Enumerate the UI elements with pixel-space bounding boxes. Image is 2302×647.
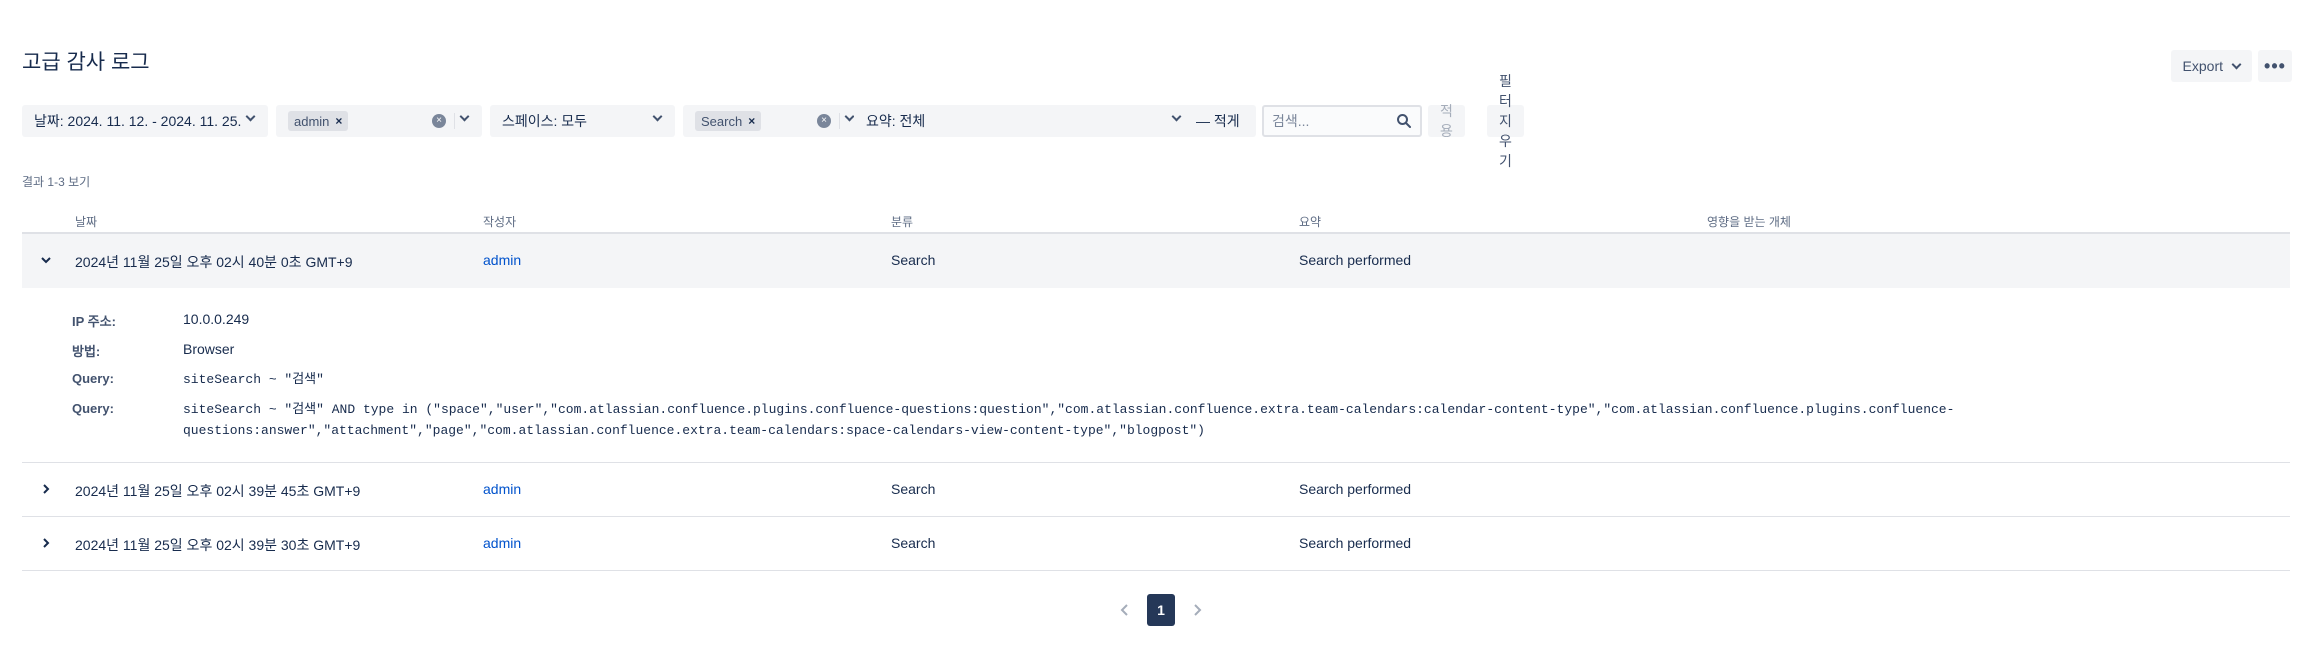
chevron-down-icon bbox=[1171, 111, 1182, 122]
clear-filters-button[interactable]: 필터 지우기 bbox=[1487, 73, 1524, 169]
category-filter[interactable]: Search × × bbox=[683, 105, 867, 137]
export-label: Export bbox=[2182, 58, 2223, 74]
results-count: 결과 1-3 보기 bbox=[22, 175, 91, 189]
ip-label: IP 주소: bbox=[72, 314, 116, 329]
query-value: siteSearch ~ "검색" bbox=[183, 372, 324, 387]
ip-value: 10.0.0.249 bbox=[183, 311, 250, 327]
category-chip[interactable]: Search × bbox=[695, 111, 762, 131]
method-label: 방법: bbox=[72, 344, 101, 359]
divider bbox=[454, 113, 455, 129]
query-label: Query: bbox=[72, 371, 114, 386]
column-header-affected[interactable]: 영향을 받는 개체 bbox=[1707, 213, 1791, 230]
row-date: 2024년 11월 25일 오후 02시 40분 0초 GMT+9 bbox=[75, 254, 353, 270]
chevron-right-icon[interactable] bbox=[1189, 602, 1205, 618]
search-field[interactable] bbox=[1262, 105, 1422, 137]
export-button[interactable]: Export bbox=[2170, 50, 2252, 82]
table-header: 날짜 작성자 분류 요약 영향을 받는 개체 bbox=[22, 209, 2290, 234]
method-value: Browser bbox=[183, 341, 235, 357]
author-filter[interactable]: admin × × bbox=[276, 105, 482, 137]
page-title: 고급 감사 로그 bbox=[22, 51, 150, 74]
author-chip-label: admin bbox=[294, 113, 330, 129]
column-header-date[interactable]: 날짜 bbox=[75, 213, 97, 230]
row-author-link[interactable]: admin bbox=[483, 252, 521, 268]
search-icon[interactable] bbox=[1396, 113, 1412, 129]
summary-filter[interactable]: 요약: 전체 bbox=[854, 105, 1194, 137]
search-input[interactable] bbox=[1272, 113, 1402, 129]
audit-log-table: 날짜 작성자 분류 요약 영향을 받는 개체 2024년 11월 25일 오후 … bbox=[22, 209, 2290, 571]
space-filter[interactable]: 스페이스: 모두 bbox=[490, 105, 675, 137]
row-category: Search bbox=[891, 252, 936, 268]
row-date: 2024년 11월 25일 오후 02시 39분 45초 GMT+9 bbox=[75, 483, 361, 499]
clear-selection-icon[interactable]: × bbox=[432, 114, 446, 128]
divider bbox=[839, 113, 840, 129]
query-value-line-1: siteSearch ~ "검색" AND type in ("space","… bbox=[183, 402, 1955, 417]
row-details: IP 주소: 10.0.0.249 방법: Browser Query: sit… bbox=[22, 288, 2290, 463]
row-summary: Search performed bbox=[1299, 252, 1412, 268]
row-category: Search bbox=[891, 535, 936, 551]
chevron-down-icon bbox=[844, 111, 855, 122]
more-actions-button[interactable]: ••• bbox=[2258, 50, 2292, 82]
chevron-down-icon bbox=[245, 111, 256, 122]
table-row[interactable]: 2024년 11월 25일 오후 02시 40분 0초 GMT+9 admin … bbox=[22, 234, 2290, 288]
summary-filter-label: 요약: 전체 bbox=[866, 113, 926, 129]
table-row[interactable]: 2024년 11월 25일 오후 02시 39분 45초 GMT+9 admin… bbox=[22, 463, 2290, 517]
row-date: 2024년 11월 25일 오후 02시 39분 30초 GMT+9 bbox=[75, 537, 361, 553]
chevron-down-icon bbox=[2231, 59, 2242, 69]
remove-chip-icon[interactable]: × bbox=[748, 114, 755, 128]
query-value-line-2: questions:answer","attachment","page","c… bbox=[183, 423, 1205, 438]
coverage-toggle[interactable]: — 적게 bbox=[1184, 105, 1256, 137]
row-summary: Search performed bbox=[1299, 481, 1412, 497]
chevron-down-icon bbox=[652, 111, 663, 122]
chevron-left-icon[interactable] bbox=[1117, 602, 1133, 618]
pagination: 1 bbox=[1117, 594, 1205, 626]
column-header-author[interactable]: 작성자 bbox=[483, 213, 516, 230]
apply-button[interactable]: 적용 bbox=[1428, 103, 1465, 139]
author-chip[interactable]: admin × bbox=[288, 111, 349, 131]
clear-selection-icon[interactable]: × bbox=[817, 114, 831, 128]
row-author-link[interactable]: admin bbox=[483, 481, 521, 497]
column-header-summary[interactable]: 요약 bbox=[1299, 213, 1321, 230]
coverage-label: — 적게 bbox=[1196, 113, 1240, 129]
date-filter-label: 날짜: 2024. 11. 12. - 2024. 11. 25. bbox=[34, 113, 242, 129]
remove-chip-icon[interactable]: × bbox=[335, 114, 342, 128]
query-label: Query: bbox=[72, 401, 114, 416]
table-row[interactable]: 2024년 11월 25일 오후 02시 39분 30초 GMT+9 admin… bbox=[22, 517, 2290, 571]
row-summary: Search performed bbox=[1299, 535, 1412, 551]
row-category: Search bbox=[891, 481, 936, 497]
category-chip-label: Search bbox=[701, 113, 743, 129]
column-header-category[interactable]: 분류 bbox=[891, 213, 913, 230]
chevron-down-icon[interactable] bbox=[40, 254, 52, 266]
chevron-right-icon[interactable] bbox=[40, 537, 52, 549]
chevron-down-icon bbox=[459, 111, 470, 122]
chevron-right-icon[interactable] bbox=[40, 483, 52, 495]
space-filter-label: 스페이스: 모두 bbox=[502, 113, 588, 129]
row-author-link[interactable]: admin bbox=[483, 535, 521, 551]
date-filter[interactable]: 날짜: 2024. 11. 12. - 2024. 11. 25. bbox=[22, 105, 268, 137]
page-number-current[interactable]: 1 bbox=[1147, 594, 1175, 626]
top-actions: Export ••• bbox=[2170, 50, 2292, 82]
